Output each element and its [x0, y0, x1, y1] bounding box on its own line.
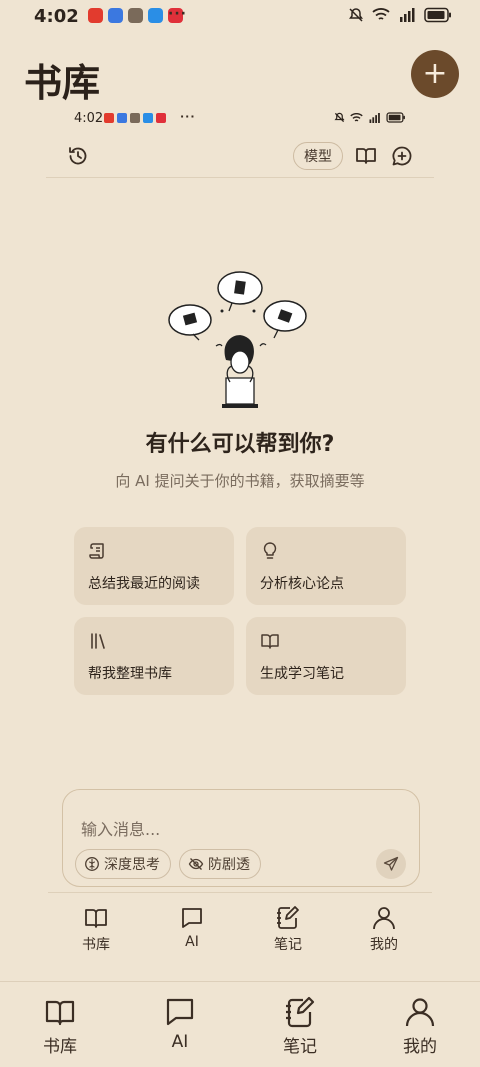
status-time: 4:02 [34, 6, 79, 27]
tab-label: AI [171, 1032, 189, 1052]
tab-library[interactable]: 书库 [0, 982, 120, 1067]
embedded-notification-icons [104, 113, 166, 123]
thinking-girl-illustration [168, 271, 307, 408]
book-context-button[interactable] [354, 144, 378, 168]
wechat-app-icon [128, 8, 143, 23]
book-icon [85, 909, 107, 928]
wechat-app-icon [130, 113, 140, 123]
tab-profile[interactable]: 我的 [360, 982, 480, 1067]
embedded-status-time: 4:02 [74, 111, 104, 126]
toolbar-divider [46, 177, 434, 178]
open-book-icon [356, 148, 376, 164]
tab-label: 我的 [370, 937, 398, 953]
embedded-status-bar: 4:02 ··· [74, 110, 406, 130]
wifi-icon [372, 8, 390, 20]
lightbulb-icon [263, 542, 277, 559]
embedded-system-icons [334, 112, 406, 123]
huawei-app-icon [88, 8, 103, 23]
model-select-button[interactable]: 模型 [293, 142, 343, 170]
new-chat-icon [392, 146, 412, 166]
battery-icon [386, 112, 405, 123]
page-title: 书库 [24, 61, 101, 105]
status-bar: 4:02 ··· [0, 0, 480, 34]
search-app-icon [148, 8, 163, 23]
deep-think-label: 深度思考 [104, 857, 160, 873]
tab-label: 书库 [43, 1037, 77, 1057]
anti-spoiler-label: 防剧透 [208, 857, 250, 873]
huawei-app-icon [104, 113, 114, 123]
send-button[interactable] [376, 849, 406, 879]
person-icon [405, 998, 435, 1027]
add-book-button[interactable]: + [411, 50, 459, 98]
tab-label: 笔记 [274, 937, 302, 953]
person-icon [373, 907, 395, 930]
embedded-tab-profile[interactable]: 我的 [336, 893, 432, 962]
tab-ai[interactable]: AI [120, 982, 240, 1067]
tab-label: 书库 [82, 937, 110, 953]
chat-icon [182, 908, 202, 928]
embedded-tab-ai[interactable]: AI [144, 893, 240, 962]
search-app-icon [143, 113, 153, 123]
embedded-tab-notes[interactable]: 笔记 [240, 893, 336, 962]
suggestion-label: 生成学习笔记 [260, 666, 344, 682]
suggestion-label: 帮我整理书库 [88, 666, 172, 682]
suggestion-label: 分析核心论点 [260, 576, 344, 592]
more-notifications-icon: ··· [180, 110, 196, 123]
library-icon [91, 633, 105, 649]
browser-app-icon [108, 8, 123, 23]
book-icon [45, 1000, 75, 1026]
scroll-icon [89, 543, 104, 559]
empty-state-subline: 向 AI 提问关于你的书籍，获取摘要等 [115, 472, 365, 490]
tab-label: 笔记 [283, 1037, 317, 1057]
suggestion-card-summarize-reading[interactable]: 总结我最近的阅读 [74, 527, 234, 605]
deep-think-toggle[interactable]: 深度思考 [75, 849, 171, 879]
tab-label: AI [185, 934, 199, 950]
tab-label: 我的 [403, 1037, 437, 1057]
signal-icon [400, 8, 415, 22]
message-input[interactable]: 输入消息... [81, 816, 160, 840]
history-icon [69, 147, 87, 165]
signal-icon [369, 112, 380, 123]
message-composer[interactable]: 输入消息... 深度思考 防剧透 [62, 789, 420, 887]
send-icon [383, 856, 399, 871]
new-chat-button[interactable] [390, 144, 414, 168]
suggestion-card-analyze-arguments[interactable]: 分析核心论点 [246, 527, 406, 605]
suggestion-card-study-notes[interactable]: 生成学习笔记 [246, 617, 406, 695]
browser-app-icon [117, 113, 127, 123]
open-book-icon [261, 634, 279, 649]
embedded-tab-library[interactable]: 书库 [48, 893, 144, 962]
battery-icon [424, 7, 451, 23]
suggestion-card-organize-library[interactable]: 帮我整理书库 [74, 617, 234, 695]
mute-icon [334, 112, 345, 123]
anti-spoiler-toggle[interactable]: 防剧透 [179, 849, 261, 879]
embedded-tab-bar: 书库 AI 笔记 我的 [48, 892, 432, 962]
system-icons [348, 7, 452, 23]
empty-state-headline: 有什么可以帮到你? [145, 432, 335, 457]
notebook-pen-icon [286, 996, 315, 1028]
news-app-icon [156, 113, 166, 123]
tab-notes[interactable]: 笔记 [240, 982, 360, 1067]
wifi-icon [350, 112, 363, 121]
mute-icon [349, 8, 363, 22]
bottom-tab-bar: 书库 AI 笔记 我的 [0, 981, 480, 1067]
suggestion-label: 总结我最近的阅读 [88, 576, 200, 592]
brain-icon [85, 857, 99, 871]
chat-icon [166, 998, 194, 1026]
history-button[interactable] [66, 144, 90, 168]
eye-off-icon [188, 858, 204, 870]
more-notifications-icon: ··· [168, 6, 187, 22]
notebook-pen-icon [277, 906, 299, 929]
